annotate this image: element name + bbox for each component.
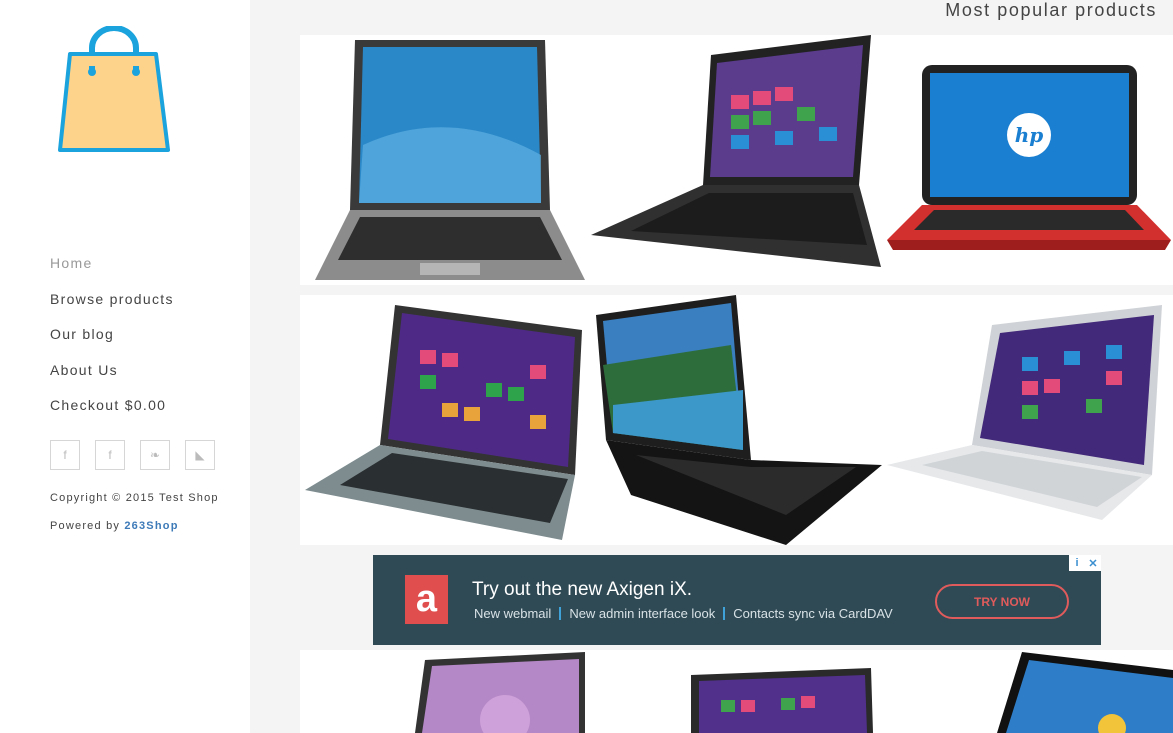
sidebar: Home Browse products Our blog About Us C… xyxy=(0,0,250,733)
ad-title: Try out the new Axigen iX. xyxy=(472,579,693,600)
facebook-button-2[interactable]: f xyxy=(95,440,125,470)
nav-item-our-blog[interactable]: Our blog xyxy=(50,325,174,361)
product-row xyxy=(300,295,1173,545)
product-card[interactable] xyxy=(882,295,1173,545)
laptop-image xyxy=(415,652,585,733)
divider xyxy=(559,607,562,620)
product-card[interactable] xyxy=(591,295,882,545)
close-icon[interactable]: ✕ xyxy=(1085,555,1101,571)
facebook-icon: f xyxy=(108,448,112,462)
twitter-button[interactable]: ❧ xyxy=(140,440,170,470)
laptop-image xyxy=(305,305,582,540)
powered-by-prefix: Powered by xyxy=(50,520,125,532)
laptop-image xyxy=(591,35,881,267)
axigen-logo: a xyxy=(405,575,448,624)
facebook-icon: f xyxy=(63,448,67,462)
product-row xyxy=(300,650,1173,733)
social-links: f f ❧ ◣ xyxy=(50,440,215,470)
ad-feature: New webmail xyxy=(474,606,552,621)
try-now-button[interactable]: TRY NOW xyxy=(935,584,1069,619)
main-nav: Home Browse products Our blog About Us C… xyxy=(50,254,174,432)
rss-button[interactable]: ◣ xyxy=(185,440,215,470)
nav-item-checkout[interactable]: Checkout $0.00 xyxy=(50,396,174,432)
rss-icon: ◣ xyxy=(195,448,205,462)
facebook-button[interactable]: f xyxy=(50,440,80,470)
ad-banner[interactable]: a Try out the new Axigen iX. New webmail… xyxy=(373,555,1101,645)
product-card[interactable] xyxy=(300,295,591,545)
laptop-image xyxy=(315,40,585,280)
ad-feature: Contacts sync via CardDAV xyxy=(733,606,893,621)
laptop-image xyxy=(997,652,1173,733)
ad-info-icon[interactable]: i xyxy=(1069,555,1085,571)
product-row: hp xyxy=(300,35,1173,285)
laptop-image xyxy=(887,305,1162,520)
shopping-bag-logo[interactable] xyxy=(56,25,172,156)
svg-text:hp: hp xyxy=(1015,123,1044,147)
nav-item-browse-products[interactable]: Browse products xyxy=(50,290,174,326)
product-card[interactable] xyxy=(591,35,882,285)
laptop-image xyxy=(691,668,873,733)
copyright-text: Copyright © 2015 Test Shop xyxy=(50,492,219,504)
product-card[interactable]: hp xyxy=(882,35,1173,285)
page-title: Most popular products xyxy=(945,0,1157,20)
ad-feature: New admin interface look xyxy=(569,606,716,621)
nav-item-about-us[interactable]: About Us xyxy=(50,361,174,397)
powered-by-link[interactable]: 263Shop xyxy=(124,520,178,532)
laptop-image xyxy=(596,295,882,545)
ad-features: New webmail New admin interface look Con… xyxy=(474,606,893,621)
ad-choices: i ✕ xyxy=(1069,555,1101,571)
product-card[interactable] xyxy=(300,650,591,733)
product-card[interactable] xyxy=(300,35,591,285)
twitter-icon: ❧ xyxy=(149,448,161,462)
product-card[interactable] xyxy=(882,650,1173,733)
divider xyxy=(723,607,726,620)
product-card[interactable] xyxy=(591,650,882,733)
laptop-image: hp xyxy=(887,65,1171,250)
powered-by: Powered by 263Shop xyxy=(50,520,179,532)
nav-item-home[interactable]: Home xyxy=(50,254,174,290)
